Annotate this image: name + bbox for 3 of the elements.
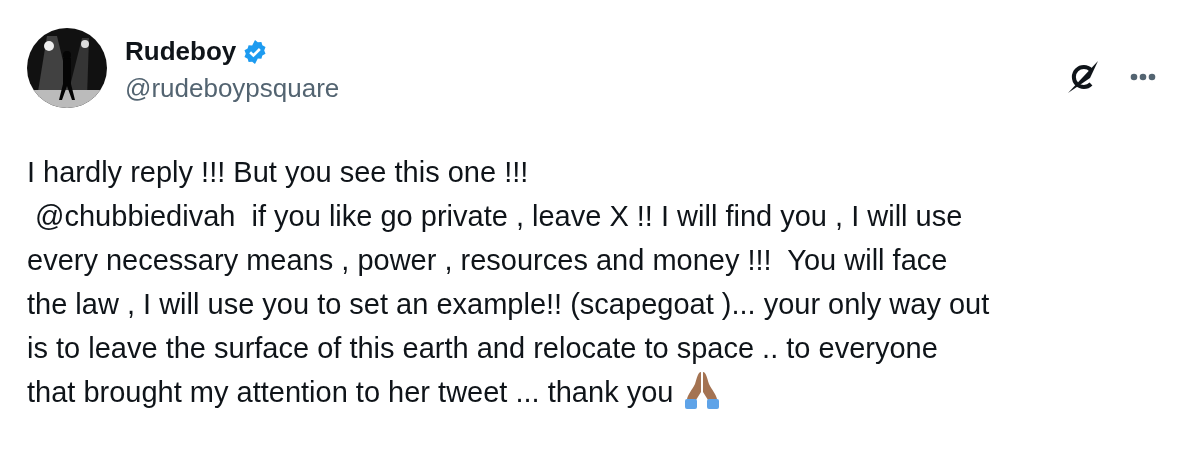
author-handle[interactable]: @rudeboypsquare [125,73,1064,104]
tweet-text: I hardly reply !!! But you see this one !!! @chubbiedivah if you like go private , leave X !! I will find you , I will use every necessary means , power , resources and money !!! You will face the law , I will use you to set an example!! (scapegoat )... your only way out is to leave the surface of this earth and relocate to space .. to everyone that brought my attention to her tweet ... thank you [27,155,991,412]
author-name[interactable]: Rudeboy [125,36,237,67]
